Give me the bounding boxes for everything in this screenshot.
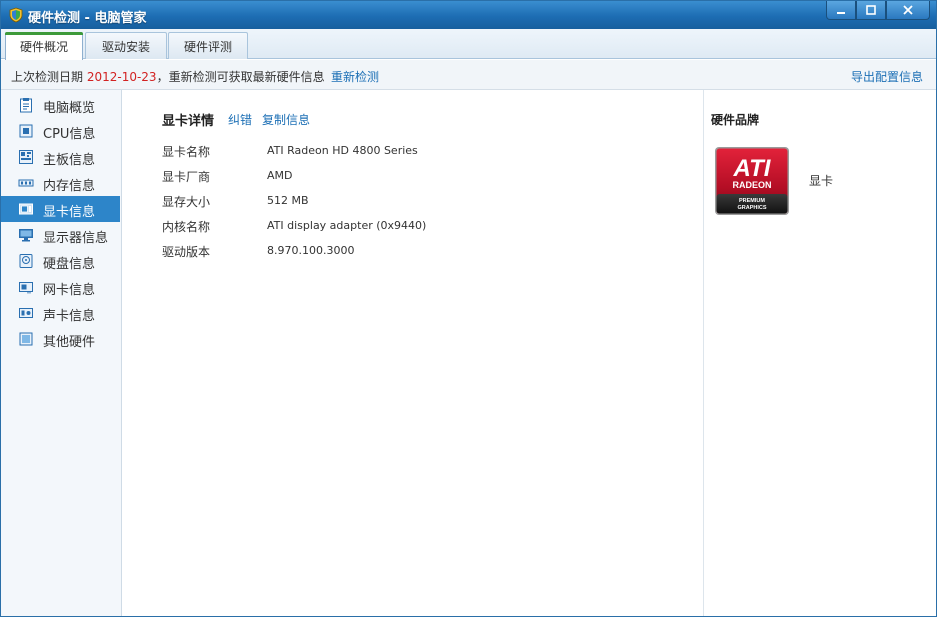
sidebar-item-motherboard[interactable]: 主板信息	[1, 144, 120, 170]
sidebar-item-label: 显示器信息	[43, 231, 109, 246]
detail-key: 内核名称	[162, 220, 211, 234]
window-controls	[826, 1, 930, 21]
hardware-brand-panel: 硬件品牌 ATI RADEON PREMIUM GRAPHICS 显卡	[703, 90, 936, 616]
motherboard-icon	[19, 150, 33, 164]
maximize-icon	[866, 5, 876, 15]
window-title: 硬件检测 - 电脑管家	[28, 11, 147, 26]
tab-hardware-benchmark[interactable]: 硬件评测	[168, 32, 248, 59]
maximize-button[interactable]	[856, 1, 886, 20]
sidebar-item-label: 显卡信息	[43, 205, 96, 220]
detail-row-card-name: 显卡名称 ATI Radeon HD 4800 Series	[162, 143, 682, 161]
memory-icon	[18, 179, 34, 187]
detail-row-vram: 显存大小 512 MB	[162, 193, 682, 211]
recheck-link[interactable]: 重新检测	[331, 68, 379, 85]
sidebar: 电脑概览 CPU信息 主板信息 内存信息 显卡信息 显示器信息 硬盘信息 网卡信…	[1, 90, 122, 616]
ati-radeon-logo: ATI RADEON PREMIUM GRAPHICS	[715, 147, 789, 215]
sidebar-item-memory[interactable]: 内存信息	[1, 170, 120, 196]
sidebar-item-hard-disk[interactable]: 硬盘信息	[1, 248, 120, 274]
sound-card-icon	[19, 308, 33, 318]
logo-text-ati: ATI	[733, 155, 772, 182]
tab-bar: 硬件概况 驱动安装 硬件评测	[1, 29, 936, 60]
detail-key: 显卡名称	[162, 145, 211, 159]
detail-key: 驱动版本	[162, 245, 211, 259]
cpu-icon	[19, 124, 33, 138]
hard-disk-icon	[19, 254, 33, 268]
sidebar-item-network-card[interactable]: 网卡信息	[1, 274, 120, 300]
title-bar[interactable]: 硬件检测 - 电脑管家	[1, 1, 936, 29]
last-check-date: 2012-10-23	[86, 70, 157, 84]
sidebar-item-label: CPU信息	[43, 127, 96, 142]
sidebar-item-label: 主板信息	[43, 153, 96, 168]
detail-value: ATI Radeon HD 4800 Series	[267, 144, 418, 157]
sidebar-item-label: 硬盘信息	[43, 257, 96, 272]
detail-key: 显卡厂商	[162, 170, 211, 184]
sidebar-item-label: 内存信息	[43, 179, 96, 194]
other-hardware-icon	[19, 332, 33, 346]
sidebar-item-label: 其他硬件	[43, 335, 96, 350]
brand-title: 硬件品牌	[711, 113, 760, 127]
sidebar-item-monitor[interactable]: 显示器信息	[1, 222, 120, 248]
tab-label: 驱动安装	[101, 39, 150, 54]
sidebar-item-label: 网卡信息	[43, 283, 96, 298]
tab-driver-install[interactable]: 驱动安装	[85, 32, 167, 59]
sidebar-item-label: 电脑概览	[43, 101, 96, 116]
shield-logo-icon	[9, 7, 23, 23]
tab-label: 硬件评测	[183, 39, 232, 54]
sidebar-item-pc-overview[interactable]: 电脑概览	[1, 92, 120, 118]
tab-hardware-overview[interactable]: 硬件概况	[5, 32, 83, 60]
last-check-text: 上次检测日期 2012-10-23，重新检测可获取最新硬件信息	[11, 68, 325, 85]
tab-label: 硬件概况	[19, 40, 68, 54]
sidebar-item-other-hardware[interactable]: 其他硬件	[1, 326, 120, 352]
sidebar-item-label: 声卡信息	[43, 309, 96, 324]
detail-value: AMD	[267, 169, 293, 182]
logo-text-graphics: GRAPHICS	[737, 205, 766, 211]
network-card-icon	[19, 282, 33, 294]
sidebar-item-graphics[interactable]: 显卡信息	[1, 196, 120, 222]
last-check-suffix: ，重新检测可获取最新硬件信息	[156, 70, 325, 84]
minimize-icon	[837, 12, 845, 14]
detail-value: 512 MB	[267, 194, 309, 207]
sidebar-item-cpu[interactable]: CPU信息	[1, 118, 120, 144]
sidebar-item-sound-card[interactable]: 声卡信息	[1, 300, 120, 326]
monitor-icon	[19, 229, 33, 242]
detail-row-driver-version: 驱动版本 8.970.100.3000	[162, 243, 682, 261]
detail-key: 显存大小	[162, 195, 211, 209]
brand-caption: 显卡	[809, 174, 834, 188]
export-config-link[interactable]: 导出配置信息	[851, 68, 923, 85]
app-window: 硬件检测 - 电脑管家 硬件概况 驱动安装 硬件评测 上次检测日期 2012-1…	[0, 0, 937, 617]
info-bar: 上次检测日期 2012-10-23，重新检测可获取最新硬件信息 重新检测 导出配…	[1, 60, 936, 90]
detail-row-core-name: 内核名称 ATI display adapter (0x9440)	[162, 218, 682, 236]
close-icon	[903, 5, 913, 15]
detail-row-vendor: 显卡厂商 AMD	[162, 168, 682, 186]
logo-text-premium: PREMIUM	[739, 198, 765, 204]
graphics-details-panel: 显卡详情 纠错 复制信息 显卡名称 ATI Radeon HD 4800 Ser…	[122, 90, 703, 616]
close-button[interactable]	[886, 1, 930, 20]
copy-info-link[interactable]: 复制信息	[262, 111, 310, 128]
detail-value: ATI display adapter (0x9440)	[267, 219, 427, 232]
detail-value: 8.970.100.3000	[267, 244, 355, 257]
section-title: 显卡详情	[162, 114, 215, 129]
logo-text-radeon: RADEON	[732, 180, 771, 190]
minimize-button[interactable]	[826, 1, 856, 20]
correct-error-link[interactable]: 纠错	[228, 111, 252, 128]
graphics-card-icon	[19, 203, 33, 215]
clipboard-icon	[20, 98, 32, 113]
last-check-prefix: 上次检测日期	[11, 70, 87, 84]
